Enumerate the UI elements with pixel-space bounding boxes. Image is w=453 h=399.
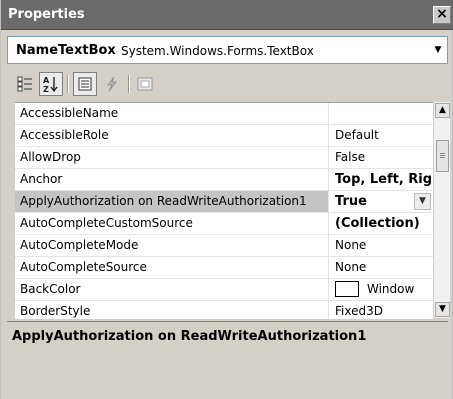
window-title: Properties (8, 7, 85, 22)
selected-object-name: NameTextBox (16, 43, 116, 58)
property-value[interactable]: False (330, 147, 433, 168)
property-name: AutoCompleteMode (15, 235, 329, 256)
property-name: AllowDrop (15, 147, 329, 168)
property-value: True (335, 194, 367, 209)
toolbar-separator (67, 75, 69, 93)
property-row[interactable]: AutoCompleteCustomSource (Collection) (15, 213, 433, 235)
categorized-icon[interactable] (13, 72, 37, 96)
property-value[interactable]: None (330, 257, 433, 278)
property-value[interactable]: Top, Left, Righ (330, 169, 433, 190)
property-value[interactable] (330, 103, 433, 124)
property-value[interactable]: (Collection) (330, 213, 433, 234)
property-row[interactable]: AutoCompleteMode None (15, 235, 433, 257)
property-value-editor[interactable]: True ▼ (330, 191, 433, 212)
properties-window: Properties × NameTextBox System.Windows.… (0, 0, 453, 399)
grid-left-margin (7, 102, 15, 318)
property-value-editor[interactable]: Window (330, 279, 433, 300)
svg-text:Z: Z (43, 85, 49, 93)
property-value[interactable]: Fixed3D (330, 301, 433, 319)
properties-icon[interactable] (73, 72, 97, 96)
property-row[interactable]: AccessibleRole Default (15, 125, 433, 147)
property-grid: AccessibleName AccessibleRole Default Al… (15, 102, 433, 319)
close-icon[interactable]: × (433, 6, 451, 24)
property-value[interactable]: None (330, 235, 433, 256)
property-row[interactable]: AutoCompleteSource None (15, 257, 433, 279)
property-value: Window (367, 282, 415, 296)
object-selector[interactable]: NameTextBox System.Windows.Forms.TextBox… (7, 36, 448, 64)
property-name: ApplyAuthorization on ReadWriteAuthoriza… (15, 191, 329, 212)
title-bar[interactable]: Properties × (1, 0, 453, 30)
svg-text:A: A (43, 76, 50, 85)
chevron-down-icon[interactable]: ▼ (414, 193, 431, 210)
lightning-bolt-icon[interactable] (100, 72, 124, 96)
property-name: AccessibleName (15, 103, 329, 124)
triangle-down-icon[interactable]: ▼ (429, 37, 447, 63)
property-name: BackColor (15, 279, 329, 300)
property-row-selected[interactable]: ApplyAuthorization on ReadWriteAuthoriza… (15, 191, 433, 213)
vertical-scrollbar[interactable]: ▲ ▼ (433, 102, 450, 318)
selected-object-type: System.Windows.Forms.TextBox (121, 44, 314, 58)
properties-toolbar: A Z (7, 69, 448, 99)
scroll-up-icon[interactable]: ▲ (435, 103, 450, 118)
color-swatch (335, 280, 359, 297)
property-value[interactable]: Default (330, 125, 433, 146)
scrollbar-thumb[interactable] (436, 140, 449, 172)
property-name: Anchor (15, 169, 329, 190)
property-pages-icon[interactable] (133, 72, 157, 96)
property-name: BorderStyle (15, 301, 329, 319)
property-row[interactable]: BackColor Window (15, 279, 433, 301)
alphabetical-sort-icon[interactable]: A Z (39, 72, 63, 96)
description-title: ApplyAuthorization on ReadWriteAuthoriza… (12, 329, 367, 344)
scroll-down-icon[interactable]: ▼ (435, 302, 450, 317)
property-row[interactable]: BorderStyle Fixed3D (15, 301, 433, 319)
property-row[interactable]: AllowDrop False (15, 147, 433, 169)
property-row[interactable]: AccessibleName (15, 103, 433, 125)
property-name: AutoCompleteSource (15, 257, 329, 278)
property-name: AutoCompleteCustomSource (15, 213, 329, 234)
description-pane: ApplyAuthorization on ReadWriteAuthoriza… (7, 321, 448, 393)
toolbar-separator (128, 75, 130, 93)
property-row[interactable]: Anchor Top, Left, Righ (15, 169, 433, 191)
property-name: AccessibleRole (15, 125, 329, 146)
